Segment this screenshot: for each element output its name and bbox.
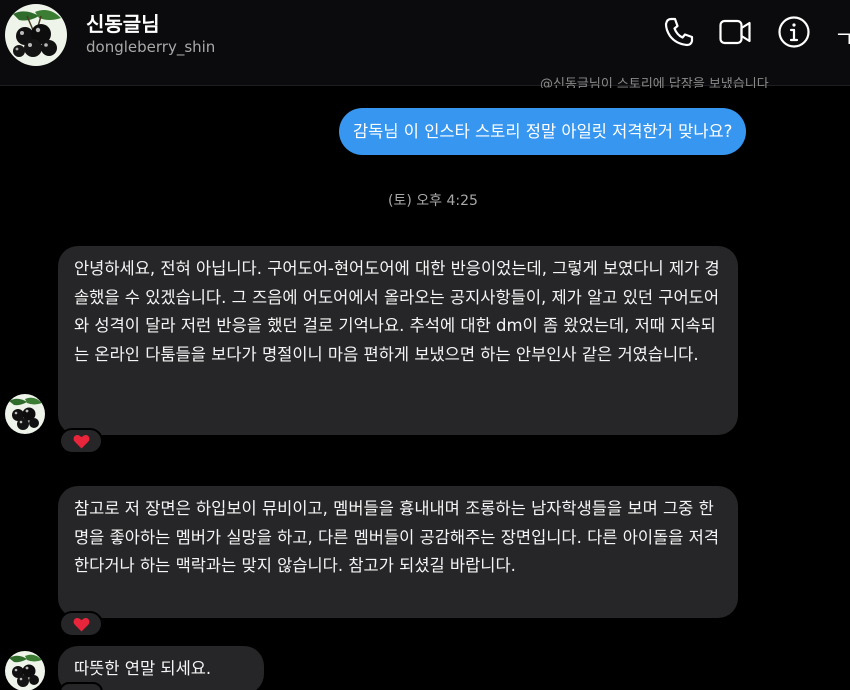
heart-icon	[73, 434, 89, 448]
heart-reaction[interactable]	[59, 428, 103, 454]
profile-avatar[interactable]	[5, 4, 67, 66]
sender-avatar[interactable]	[5, 394, 45, 434]
message-timestamp: (토) 오후 4:25	[388, 193, 478, 209]
contact-username[interactable]: dongleberry_shin	[86, 38, 215, 56]
heart-reaction[interactable]	[59, 611, 103, 637]
story-reply-note: @신동글님이 스토리에 답장을 보냈습니다	[540, 77, 769, 88]
reaction-pill[interactable]	[59, 682, 103, 690]
chat-header: 신동글님 dongleberry_shin ㄱ	[0, 0, 850, 86]
sender-avatar[interactable]	[5, 651, 45, 690]
heart-icon	[73, 617, 89, 631]
header-edge-glyph: ㄱ	[834, 28, 850, 53]
phone-icon[interactable]	[661, 14, 697, 50]
outgoing-message[interactable]: 감독님 이 인스타 스토리 정말 아일릿 저격한거 맞나요?	[339, 108, 747, 155]
incoming-message[interactable]: 참고로 저 장면은 하입보이 뮤비이고, 멤버들을 흉내내며 조롱하는 남자학생…	[58, 486, 738, 618]
incoming-message[interactable]: 안녕하세요, 전혀 아닙니다. 구어도어-현어도어에 대한 반응이었는데, 그렇…	[58, 246, 738, 435]
info-icon[interactable]	[776, 14, 812, 50]
video-camera-icon[interactable]	[717, 14, 753, 50]
contact-name[interactable]: 신동글님	[86, 8, 160, 37]
